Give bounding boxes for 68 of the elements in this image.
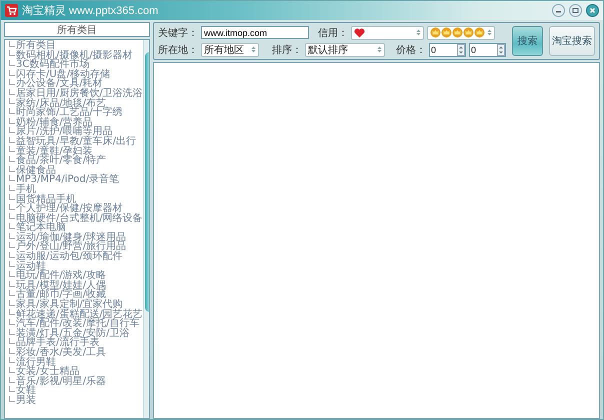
credit-dropdown[interactable] — [427, 26, 495, 40]
taobao-search-button[interactable]: 淘宝搜索 — [549, 26, 595, 56]
heart-icon — [354, 28, 365, 38]
category-item[interactable]: 童装/童鞋/孕妇装 — [16, 146, 93, 156]
crown-icon — [430, 27, 441, 38]
category-item[interactable]: 国货精品手机 — [16, 194, 76, 204]
category-item[interactable]: 电玩/配件/游戏/攻略 — [16, 271, 106, 281]
category-item[interactable]: 办公设备/文具/耗材 — [16, 79, 103, 89]
crown-icon — [474, 27, 485, 38]
search-button[interactable]: 搜索 — [512, 26, 543, 56]
category-item[interactable]: 玩具/模型/娃娃/人偶 — [16, 280, 106, 290]
price-label: 价格： — [396, 44, 426, 56]
category-item[interactable]: 运动鞋 — [16, 262, 46, 272]
category-item[interactable]: 个人护理/保健/按摩器材 — [16, 204, 123, 214]
min-price-field[interactable]: 0 — [429, 42, 466, 56]
category-item[interactable]: 品牌手表/流行手表 — [16, 338, 100, 348]
category-item[interactable]: 时尚家饰/工艺品/十字绣 — [16, 108, 123, 118]
category-item[interactable]: 男装 — [16, 396, 36, 406]
category-item[interactable]: MP3/MP4/iPod/录音笔 — [16, 175, 120, 185]
crown-icon — [441, 27, 452, 38]
credit-label: 信用： — [318, 26, 348, 40]
dropdown-arrows-icon — [416, 29, 421, 36]
maximize-icon[interactable] — [569, 4, 582, 17]
sort-label: 排序： — [272, 44, 302, 56]
category-item[interactable]: 3C数码配件市场 — [16, 60, 90, 70]
keyword-label: 关键字： — [158, 26, 198, 40]
category-header: 所有类目 — [4, 22, 150, 37]
category-item[interactable]: 食品/茶叶/零食/特产 — [16, 156, 106, 166]
category-item[interactable]: 运动/瑜伽/健身/球迷用品 — [16, 232, 126, 242]
close-icon[interactable] — [586, 4, 599, 17]
category-item[interactable]: 音乐/影视/明星/乐器 — [16, 376, 106, 386]
category-item[interactable]: 流行男鞋 — [16, 358, 56, 368]
category-item[interactable]: 彩妆/香水/美发/工具 — [16, 348, 106, 358]
keyword-field[interactable]: www.itmop.com — [201, 26, 309, 39]
sort-dropdown[interactable]: 默认排序 — [305, 42, 385, 56]
category-item[interactable]: 笔记本电脑 — [16, 223, 66, 233]
cart-logo-icon — [5, 4, 18, 17]
window-title: 淘宝精灵 www.pptx365.com — [22, 4, 158, 18]
max-price-field[interactable]: 0 — [469, 42, 506, 56]
credit-dropdown[interactable] — [351, 26, 424, 40]
location-dropdown[interactable]: 所有地区 — [201, 42, 259, 56]
category-item[interactable]: 女装/女士精品 — [16, 367, 80, 377]
category-item[interactable]: 电脑硬件/台式整机/网络设备 — [16, 214, 143, 224]
category-item[interactable]: 居家日用/厨房餐饮/卫浴洗浴 — [16, 88, 143, 99]
category-item[interactable]: 益智玩具/早教/童车床/出行 — [16, 136, 136, 147]
category-item[interactable]: 数码相机/摄像机/摄影器材 — [16, 50, 133, 60]
category-item[interactable]: 尿片/洗护/喂哺等用品 — [16, 127, 113, 137]
spinner-arrows-icon[interactable] — [497, 44, 505, 56]
crown-icon — [452, 27, 463, 38]
category-item[interactable]: 保健食品 — [16, 166, 56, 176]
category-item[interactable]: 运动服/运动包/颈环配件 — [16, 252, 123, 262]
spinner-arrows-icon[interactable] — [457, 44, 465, 56]
category-item[interactable]: 女鞋 — [16, 386, 36, 396]
category-item[interactable]: 户外/登山/野营/旅行用品 — [16, 242, 126, 252]
category-item[interactable]: 鲜花速递/蛋糕配送/园艺花艺 — [16, 310, 143, 320]
minimize-icon[interactable] — [552, 4, 565, 17]
category-item[interactable]: 奶粉/辅食/营养品 — [16, 118, 93, 128]
category-item[interactable]: 闪存卡/U盘/移动存储 — [16, 70, 110, 80]
category-item[interactable]: 家纺/床品/地毯/布艺 — [16, 98, 106, 108]
category-item[interactable]: 家具/家具定制/宜家代购 — [16, 300, 123, 310]
dropdown-arrows-icon — [487, 29, 492, 36]
dropdown-arrows-icon — [377, 46, 382, 53]
category-item[interactable]: 所有类目 — [16, 41, 56, 51]
dropdown-arrows-icon — [251, 46, 256, 53]
category-item[interactable]: 汽车/配件/改装/摩托/自行车 — [16, 319, 140, 329]
crown-icon — [463, 27, 474, 38]
category-item[interactable]: 手机 — [16, 184, 36, 194]
location-label: 所在地： — [158, 44, 198, 56]
